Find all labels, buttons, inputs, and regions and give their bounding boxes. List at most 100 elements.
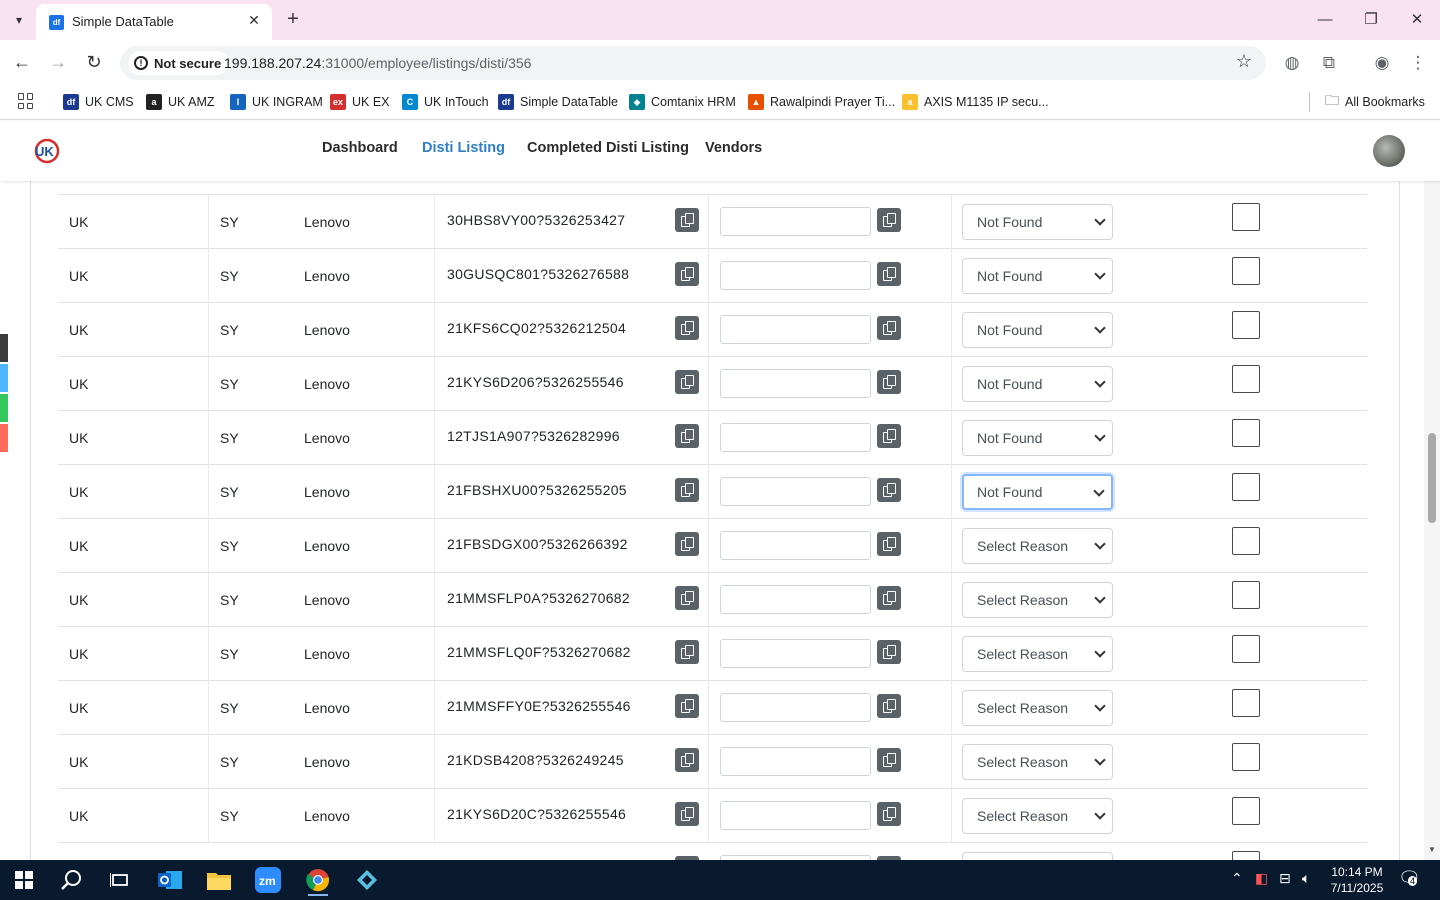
reason-select[interactable]: Not Found (962, 474, 1113, 510)
bookmark-item[interactable]: df Simple DataTable (498, 92, 618, 112)
row-checkbox[interactable] (1232, 851, 1260, 860)
translate-icon[interactable]: ◍ (1281, 52, 1303, 74)
new-tab-icon[interactable]: + (282, 8, 304, 32)
system-clock[interactable]: 10:14 PM 7/11/2025 (1322, 864, 1392, 896)
copy-value-button[interactable] (877, 748, 901, 772)
copy-sku-button[interactable] (675, 424, 699, 448)
value-input[interactable] (720, 315, 871, 344)
reason-select[interactable] (962, 852, 1113, 860)
active-tab[interactable]: df Simple DataTable ✕ (36, 4, 272, 40)
reason-select[interactable]: Select Reason (962, 690, 1113, 726)
nav-link[interactable]: Disti Listing (422, 140, 505, 156)
copy-sku-button[interactable] (675, 208, 699, 232)
value-input[interactable] (720, 477, 871, 506)
copy-value-button[interactable] (877, 802, 901, 826)
row-checkbox[interactable] (1232, 689, 1260, 717)
reason-select[interactable]: Select Reason (962, 798, 1113, 834)
value-input[interactable] (720, 207, 871, 236)
reload-icon[interactable]: ↻ (82, 50, 106, 74)
reason-select[interactable]: Not Found (962, 204, 1113, 240)
copy-sku-button[interactable] (675, 532, 699, 556)
uk-logo[interactable]: UK (32, 137, 60, 165)
bookmark-star-icon[interactable]: ☆ (1236, 51, 1252, 72)
value-input[interactable] (720, 261, 871, 290)
reason-select[interactable]: Select Reason (962, 582, 1113, 618)
reason-select[interactable]: Select Reason (962, 636, 1113, 672)
bookmark-item[interactable]: a AXIS M1135 IP secu... (902, 92, 1049, 112)
bookmark-item[interactable]: df UK CMS (63, 92, 134, 112)
reason-select[interactable]: Not Found (962, 258, 1113, 294)
bookmark-item[interactable]: ▲ Rawalpindi Prayer Ti... (748, 92, 895, 112)
task-view-icon[interactable] (102, 864, 138, 896)
copy-sku-button[interactable] (675, 316, 699, 340)
copy-value-button[interactable] (877, 208, 901, 232)
value-input[interactable] (720, 747, 871, 776)
notifications-icon[interactable]: 🗨︎ 4 (1398, 868, 1421, 889)
row-checkbox[interactable] (1232, 581, 1260, 609)
copy-value-button[interactable] (877, 316, 901, 340)
reason-select[interactable]: Not Found (962, 312, 1113, 348)
copy-sku-button[interactable] (675, 586, 699, 610)
page-scrollbar[interactable]: ▲ ▼ (1424, 121, 1440, 860)
value-input[interactable] (720, 693, 871, 722)
copy-value-button[interactable] (877, 640, 901, 664)
scroll-down-icon[interactable]: ▼ (1427, 845, 1437, 854)
reason-select[interactable]: Select Reason (962, 744, 1113, 780)
reason-select[interactable]: Not Found (962, 366, 1113, 402)
row-checkbox[interactable] (1232, 311, 1260, 339)
security-indicator[interactable]: ! Not secure (128, 51, 230, 75)
url-text[interactable]: 199.188.207.24:31000/employee/listings/d… (224, 55, 531, 71)
minimize-window-icon[interactable]: — (1310, 8, 1340, 32)
copy-value-button[interactable] (877, 262, 901, 286)
apps-grid-icon[interactable] (18, 93, 34, 109)
address-bar[interactable]: ! Not secure 199.188.207.24:31000/employ… (120, 46, 1266, 80)
extensions-icon[interactable]: ⧉ (1318, 52, 1340, 74)
windows-start-icon[interactable] (6, 864, 42, 896)
close-tab-icon[interactable]: ✕ (246, 12, 262, 30)
copy-value-button[interactable] (877, 532, 901, 556)
value-input[interactable] (720, 423, 871, 452)
copy-value-button[interactable] (877, 424, 901, 448)
tab-search-chevron-icon[interactable]: ▾ (6, 8, 32, 32)
copy-sku-button[interactable] (675, 478, 699, 502)
row-checkbox[interactable] (1232, 203, 1260, 231)
copy-sku-button[interactable] (675, 694, 699, 718)
bookmark-item[interactable]: C UK InTouch (402, 92, 489, 112)
nav-link[interactable]: Vendors (705, 140, 762, 156)
bookmark-item[interactable]: ◆ Comtanix HRM (629, 92, 736, 112)
copy-value-button[interactable] (877, 478, 901, 502)
value-input[interactable] (720, 801, 871, 830)
side-widget-blue[interactable] (0, 364, 8, 392)
reason-select[interactable]: Not Found (962, 420, 1113, 456)
bookmark-item[interactable]: ex UK EX (330, 92, 390, 112)
chrome-taskbar-icon[interactable] (300, 864, 336, 896)
app-diamond-icon[interactable] (349, 864, 385, 896)
value-input[interactable] (720, 369, 871, 398)
close-window-icon[interactable]: ✕ (1402, 8, 1432, 32)
side-widget-green[interactable] (0, 394, 8, 422)
menu-kebab-icon[interactable]: ⋮ (1407, 52, 1429, 74)
all-bookmarks-folder[interactable]: 🗀 All Bookmarks (1325, 92, 1425, 112)
network-icon[interactable]: ⊟ (1279, 870, 1291, 887)
row-checkbox[interactable] (1232, 257, 1260, 285)
back-arrow-icon[interactable]: ← (10, 50, 34, 74)
volume-muted-icon[interactable]: 🔈︎ (1302, 870, 1310, 887)
side-widget-red[interactable] (0, 424, 8, 452)
tray-chevron-icon[interactable]: ⌃ (1231, 870, 1243, 887)
copy-sku-button[interactable] (675, 370, 699, 394)
bookmark-item[interactable]: a UK AMZ (146, 92, 215, 112)
outlook-icon[interactable] (152, 864, 188, 896)
bookmark-item[interactable]: I UK INGRAM (230, 92, 323, 112)
value-input[interactable] (720, 585, 871, 614)
profile-icon[interactable]: ◉ (1371, 52, 1393, 74)
copy-sku-button[interactable] (675, 748, 699, 772)
scrollbar-thumb[interactable] (1428, 433, 1436, 523)
row-checkbox[interactable] (1232, 743, 1260, 771)
nav-link[interactable]: Dashboard (322, 140, 398, 156)
row-checkbox[interactable] (1232, 365, 1260, 393)
zoom-icon[interactable]: zm (250, 864, 286, 896)
file-explorer-icon[interactable] (201, 864, 237, 896)
copy-sku-button[interactable] (675, 262, 699, 286)
copy-value-button[interactable] (877, 370, 901, 394)
restore-window-icon[interactable]: ❐ (1356, 8, 1386, 32)
